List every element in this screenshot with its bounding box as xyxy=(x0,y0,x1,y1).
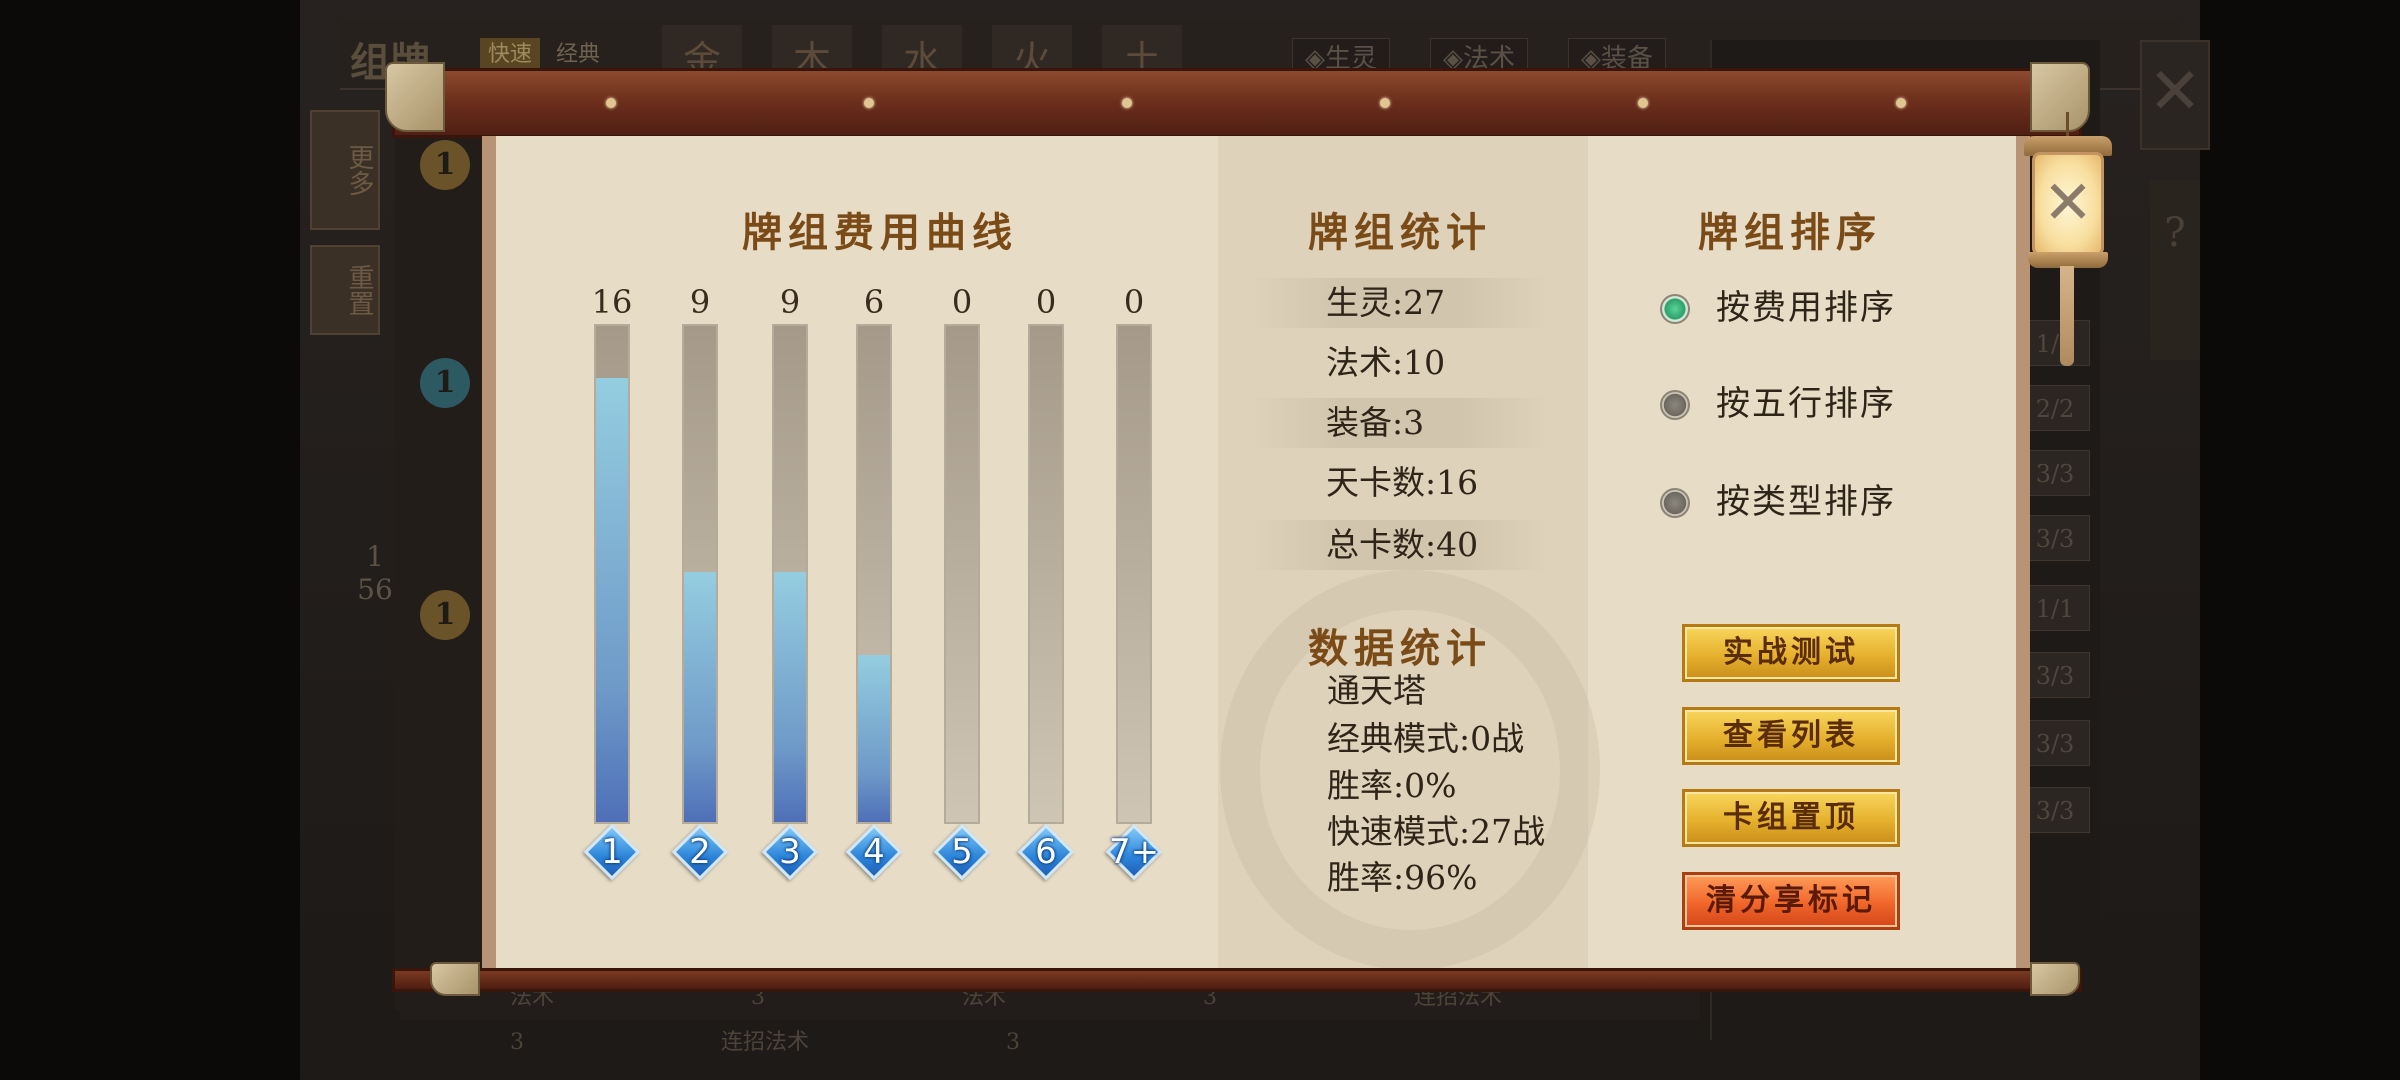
cost-diamond-icon: 1 xyxy=(583,823,641,881)
background-counter: 1 56 xyxy=(340,540,410,606)
stat-creatures: 生灵:27 xyxy=(1250,278,1550,328)
background-tab-quick: 快速 xyxy=(480,38,541,72)
scroll-rod-cap xyxy=(2030,62,2090,132)
data-classic-battles: 经典模式:0战 xyxy=(1327,719,1525,758)
bar-fill xyxy=(596,378,628,822)
bar-value-label: 0 xyxy=(1035,283,1057,321)
stat-sky-cards: 天卡数:16 xyxy=(1326,463,1479,502)
background-card-count: 1/1 xyxy=(2020,585,2090,631)
background-close-icon: ✕ xyxy=(2140,40,2210,150)
radio-unselected-icon[interactable] xyxy=(1660,488,1690,518)
rod-rivet xyxy=(1896,98,1906,108)
data-tower-label: 通天塔 xyxy=(1327,671,1426,710)
background-cost-badge: 1 xyxy=(420,140,470,190)
background-card-count: 3/3 xyxy=(2020,652,2090,698)
scroll-rod-cap xyxy=(2030,962,2080,996)
cost-bar-6: 06 xyxy=(1016,282,1076,881)
background-counter-bottom: 56 xyxy=(357,573,393,606)
cost-diamond-icon: 7+ xyxy=(1105,823,1163,881)
cost-bar-1: 16 1 xyxy=(582,282,642,881)
deck-sort-title: 牌组排序 xyxy=(1698,209,1882,256)
rod-rivet xyxy=(864,98,874,108)
stat-equipment: 装备:3 xyxy=(1250,398,1550,448)
cost-category-label: 3 xyxy=(779,832,801,872)
sort-by-element-label: 按五行排序 xyxy=(1716,384,1896,424)
bar-track xyxy=(1116,324,1152,824)
cost-category-label: 5 xyxy=(951,832,973,872)
background-cost-badge: 1 xyxy=(420,590,470,640)
clear-share-mark-button[interactable]: 清分享标记 xyxy=(1682,872,1900,930)
bar-track xyxy=(856,324,892,824)
background-help-icon: ? xyxy=(2150,180,2200,360)
background-card-count: 3/3 xyxy=(2020,720,2090,766)
data-quick-winrate: 胜率:96% xyxy=(1327,858,1478,897)
data-stats-title: 数据统计 xyxy=(1308,625,1492,672)
background-counter-top: 1 xyxy=(366,540,384,573)
background-card-count: 3/3 xyxy=(2020,515,2090,561)
bar-value-label: 9 xyxy=(689,283,711,321)
bar-fill xyxy=(684,572,716,822)
cost-diamond-icon: 6 xyxy=(1017,823,1075,881)
battle-test-button[interactable]: 实战测试 xyxy=(1682,624,1900,682)
background-tab-classic: 经典 xyxy=(556,42,601,67)
pin-deck-button[interactable]: 卡组置顶 xyxy=(1682,789,1900,847)
scroll-bottom-rod xyxy=(392,968,2082,992)
screen: 组牌 快速 经典 金 木 水 火 土 ◈生灵 ◈法术 ◈装备 更多 重置 1 1… xyxy=(0,0,2400,1080)
view-list-button[interactable]: 查看列表 xyxy=(1682,707,1900,765)
background-card-count: 2/2 xyxy=(2020,385,2090,431)
cost-category-label: 4 xyxy=(863,832,885,872)
stat-total-cards: 总卡数:40 xyxy=(1250,520,1550,570)
bar-track xyxy=(944,324,980,824)
cost-bar-7plus: 0 7+ xyxy=(1104,282,1164,881)
close-icon[interactable]: ✕ xyxy=(2032,152,2104,256)
bar-track xyxy=(594,324,630,824)
rod-rivet xyxy=(1638,98,1648,108)
sort-by-cost-label: 按费用排序 xyxy=(1716,288,1896,328)
background-reset-button: 重置 xyxy=(310,245,380,335)
cost-category-label: 7+ xyxy=(1108,832,1160,872)
cost-bar-3: 93 xyxy=(760,282,820,881)
background-cost-badge: 1 xyxy=(420,358,470,408)
cost-curve-title: 牌组费用曲线 xyxy=(742,209,1018,256)
cost-bar-4: 64 xyxy=(844,282,904,881)
bar-value-label: 0 xyxy=(1123,283,1145,321)
cost-category-label: 6 xyxy=(1035,832,1057,872)
lantern-string xyxy=(2066,112,2069,138)
bar-track xyxy=(772,324,808,824)
cost-diamond-icon: 2 xyxy=(671,823,729,881)
sort-by-type-label: 按类型排序 xyxy=(1716,482,1896,522)
cost-bar-5: 05 xyxy=(932,282,992,881)
bar-track xyxy=(1028,324,1064,824)
background-card-count: 3/3 xyxy=(2020,450,2090,496)
radio-selected-icon[interactable] xyxy=(1660,294,1690,324)
deck-stats-title: 牌组统计 xyxy=(1308,209,1492,256)
bar-fill xyxy=(774,572,806,822)
cost-diamond-icon: 4 xyxy=(845,823,903,881)
rod-rivet xyxy=(1380,98,1390,108)
background-card-count: 1/1 xyxy=(2020,320,2090,366)
background-card-count: 3/3 xyxy=(2020,787,2090,833)
background-more-button: 更多 xyxy=(310,110,380,230)
cost-category-label: 1 xyxy=(601,832,623,872)
scroll-top-rod xyxy=(392,68,2082,138)
bar-fill xyxy=(858,655,890,822)
scroll-rod-cap xyxy=(430,962,480,996)
cost-category-label: 2 xyxy=(689,832,711,872)
cost-diamond-icon: 5 xyxy=(933,823,991,881)
bar-track xyxy=(682,324,718,824)
rod-rivet xyxy=(1122,98,1132,108)
bar-value-label: 0 xyxy=(951,283,973,321)
cost-bar-2: 92 xyxy=(670,282,730,881)
rod-rivet xyxy=(606,98,616,108)
lantern-tassel xyxy=(2060,266,2074,366)
radio-unselected-icon[interactable] xyxy=(1660,390,1690,420)
stat-spells: 法术:10 xyxy=(1326,343,1446,382)
data-quick-battles: 快速模式:27战 xyxy=(1327,812,1546,851)
bar-value-label: 16 xyxy=(591,283,633,321)
data-classic-winrate: 胜率:0% xyxy=(1327,766,1457,805)
bar-value-label: 6 xyxy=(863,283,885,321)
cost-diamond-icon: 3 xyxy=(761,823,819,881)
scroll-rod-cap xyxy=(385,62,445,132)
bar-value-label: 9 xyxy=(779,283,801,321)
